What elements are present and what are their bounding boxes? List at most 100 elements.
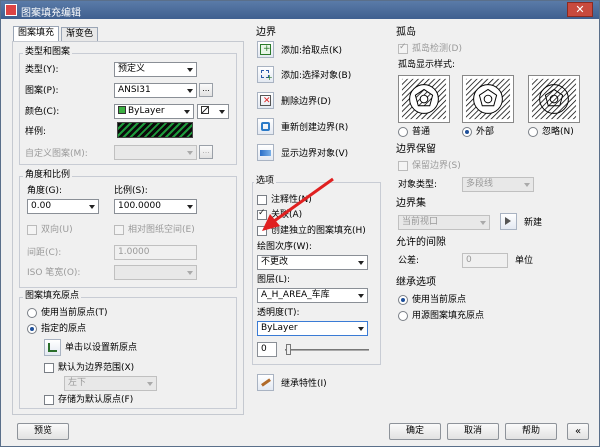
- set-origin-button[interactable]: [44, 339, 61, 356]
- transparency-value-input[interactable]: 0: [257, 342, 277, 357]
- island-normal-preview[interactable]: [398, 75, 450, 123]
- origin-title: 图案填充原点: [23, 291, 82, 302]
- island-ignore-radio[interactable]: [528, 127, 538, 137]
- tab-hatch[interactable]: 图案填充: [13, 26, 60, 42]
- island-outer-preview[interactable]: [462, 75, 514, 123]
- use-source-origin-label: 用源图案填充原点: [412, 311, 485, 321]
- color-label: 颜色(C):: [25, 107, 60, 117]
- default-extent-checkbox[interactable]: [44, 363, 54, 373]
- display-boundary-button[interactable]: [257, 144, 274, 161]
- store-origin-checkbox[interactable]: [44, 395, 54, 405]
- specified-origin-radio[interactable]: [27, 324, 37, 334]
- island-normal-label: 普通: [412, 127, 431, 137]
- angle-select[interactable]: 0.00: [27, 199, 99, 214]
- island-ignore-preview[interactable]: [528, 75, 580, 123]
- custom-pattern-select[interactable]: [114, 145, 197, 160]
- app-icon: [5, 4, 17, 16]
- draw-order-label: 绘图次序(W):: [257, 242, 312, 252]
- help-button[interactable]: 帮助: [505, 423, 557, 440]
- keep-boundary-checkbox[interactable]: [398, 161, 408, 171]
- select-objects-label: 添加:选择对象(B): [281, 71, 352, 81]
- use-source-origin-radio[interactable]: [398, 311, 408, 321]
- recreate-boundary-button[interactable]: [257, 118, 274, 135]
- transparency-select[interactable]: ByLayer: [257, 321, 368, 336]
- type-label: 类型(Y):: [25, 65, 59, 75]
- island-style-label: 孤岛显示样式:: [398, 60, 456, 70]
- store-origin-label: 存储为默认原点(F): [58, 395, 134, 405]
- draw-order-select[interactable]: 不更改: [257, 255, 368, 270]
- close-button[interactable]: ✕: [567, 2, 593, 17]
- preview-button[interactable]: 预览: [17, 423, 69, 440]
- transparency-slider-track[interactable]: [285, 349, 369, 351]
- retention-title: 边界保留: [396, 144, 436, 155]
- use-current-origin-inherit-radio[interactable]: [398, 295, 408, 305]
- color-select[interactable]: ByLayer: [114, 104, 194, 119]
- pattern-browse-button[interactable]: ...: [199, 83, 213, 97]
- background-color-select[interactable]: [197, 104, 229, 119]
- object-type-select[interactable]: 多段线: [462, 177, 534, 192]
- angle-label: 角度(G):: [27, 186, 63, 196]
- island-detect-checkbox[interactable]: [398, 42, 408, 54]
- remove-boundary-button[interactable]: ✕: [257, 92, 274, 109]
- extent-position-select[interactable]: 左下: [64, 376, 157, 391]
- hatch-sample-preview[interactable]: [117, 122, 193, 138]
- inherit-options-title: 继承选项: [396, 277, 436, 288]
- new-boundary-set-button[interactable]: [500, 213, 517, 230]
- ok-button[interactable]: 确定: [389, 423, 441, 440]
- scale-select[interactable]: 100.0000: [114, 199, 197, 214]
- layer-select[interactable]: A_H_AREA_车库: [257, 288, 368, 303]
- relative-paper-label: 相对图纸空间(E): [128, 225, 195, 235]
- cancel-button[interactable]: 取消: [447, 423, 499, 440]
- boundary-set-title: 边界集: [396, 198, 426, 209]
- spacing-input[interactable]: 1.0000: [114, 245, 197, 260]
- object-type-label: 对象类型:: [398, 180, 438, 190]
- use-current-origin-inherit-label: 使用当前原点: [412, 295, 467, 305]
- transparency-label: 透明度(T):: [257, 308, 300, 318]
- layer-label: 图层(L):: [257, 275, 291, 285]
- relative-paper-checkbox[interactable]: [114, 225, 124, 235]
- type-select[interactable]: 预定义: [114, 62, 197, 77]
- no-fill-icon: [201, 106, 209, 114]
- window-title: 图案填充编辑: [21, 8, 81, 19]
- pick-points-label: 添加:拾取点(K): [281, 46, 342, 56]
- spacing-label: 间距(C):: [27, 248, 62, 258]
- custom-pattern-browse-button[interactable]: ...: [199, 145, 213, 159]
- boundary-title: 边界: [256, 27, 276, 38]
- double-checkbox[interactable]: [27, 225, 37, 235]
- remove-boundary-label: 删除边界(D): [281, 97, 331, 107]
- display-boundary-icon: [260, 150, 271, 156]
- select-objects-button[interactable]: +: [257, 66, 274, 83]
- tab-gradient[interactable]: 渐变色: [61, 27, 99, 41]
- iso-pen-select[interactable]: [114, 265, 197, 280]
- scale-label: 比例(S):: [114, 186, 148, 196]
- island-outer-radio[interactable]: [462, 127, 472, 137]
- title-bar: 图案填充编辑 ✕: [1, 1, 599, 19]
- boundary-set-select[interactable]: 当前视口: [398, 215, 490, 230]
- set-origin-icon: [48, 343, 57, 352]
- new-boundary-set-label: 新建: [524, 218, 543, 228]
- island-detect-label: 孤岛检测(D): [412, 44, 462, 54]
- islands-title: 孤岛: [396, 27, 416, 38]
- inherit-properties-label: 继承特性(I): [281, 379, 327, 389]
- island-normal-radio[interactable]: [398, 127, 408, 137]
- set-origin-label: 单击以设置新原点: [65, 343, 138, 353]
- double-label: 双向(U): [41, 225, 73, 235]
- color-swatch-icon: [118, 106, 126, 114]
- annotation-arrow: [262, 177, 334, 231]
- recreate-boundary-label: 重新创建边界(R): [281, 123, 349, 133]
- default-extent-label: 默认为边界范围(X): [58, 363, 135, 373]
- unit-label: 单位: [515, 256, 534, 266]
- inherit-properties-button[interactable]: [257, 374, 274, 391]
- pattern-label: 图案(P):: [25, 86, 59, 96]
- pick-points-button[interactable]: +: [257, 41, 274, 58]
- tolerance-label: 公差:: [398, 256, 420, 266]
- collapse-options-button[interactable]: «: [567, 423, 589, 440]
- recreate-boundary-icon: [261, 122, 270, 131]
- transparency-slider-thumb[interactable]: [286, 344, 291, 355]
- tolerance-input[interactable]: 0: [462, 253, 508, 268]
- pattern-select[interactable]: ANSI31: [114, 83, 197, 98]
- type-pattern-title: 类型和图案: [23, 47, 73, 58]
- island-ignore-label: 忽略(N): [542, 127, 574, 137]
- use-current-origin-radio[interactable]: [27, 308, 37, 318]
- hatch-edit-dialog: 图案填充编辑 ✕ 图案填充 渐变色 类型和图案 类型(Y): 预定义 图案(P)…: [0, 0, 600, 447]
